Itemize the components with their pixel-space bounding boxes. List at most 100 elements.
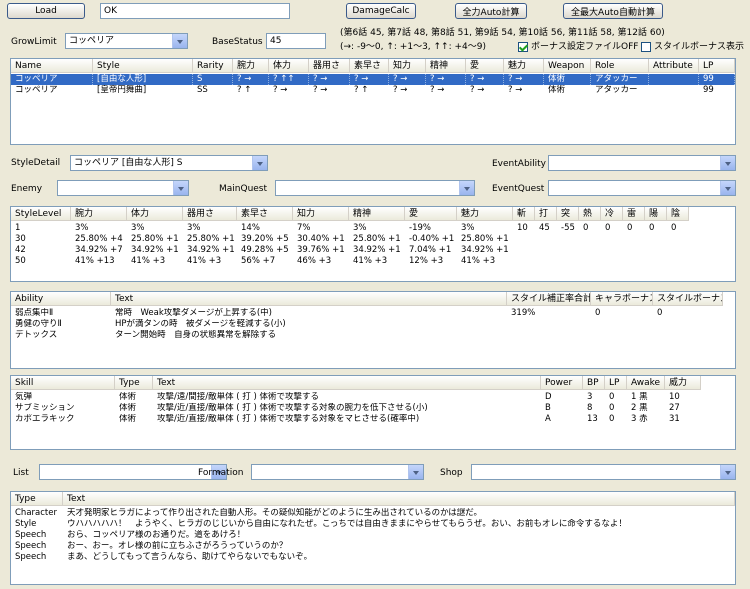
table-row[interactable]: 50 41% +13 41% +3 41% +3 56% +7 46% +3 4…: [11, 256, 513, 267]
styles-table[interactable]: Name Style Rarity 腕力 体力 器用さ 素早さ 知力 精神 愛 …: [10, 58, 736, 145]
cell: ? →: [309, 74, 350, 85]
table-row[interactable]: コッペリア [自由な人形] S ? → ? ↑↑ ? → ? → ? → ? →…: [11, 74, 735, 85]
skill-table[interactable]: Skill Type Text Power BP LP Awake 威力 気弾 …: [10, 375, 736, 450]
table-row[interactable]: コッペリア [皇帝円舞曲] SS ? ↑ ? → ? → ? ↑ ? → ? →…: [11, 85, 735, 96]
table-row[interactable]: Style ウハハハハハ！ ようやく、ヒラガのじじいから自由になれたぜ。こっちで…: [11, 519, 735, 530]
status-field[interactable]: OK: [100, 3, 290, 19]
eventability-select[interactable]: [548, 155, 736, 171]
basestatus-input[interactable]: 45: [266, 33, 326, 49]
col-header[interactable]: Name: [11, 59, 93, 73]
col-header[interactable]: 熱: [579, 207, 601, 221]
cell: 3 赤: [631, 414, 648, 424]
col-header[interactable]: 愛: [405, 207, 457, 221]
col-header[interactable]: StyleLevel: [11, 207, 71, 221]
col-header[interactable]: 器用さ: [309, 59, 350, 73]
col-header[interactable]: 魅力: [457, 207, 513, 221]
col-header[interactable]: 威力: [665, 376, 701, 390]
col-header[interactable]: 腕力: [233, 59, 269, 73]
col-header[interactable]: 体力: [269, 59, 309, 73]
col-header[interactable]: LP: [605, 376, 627, 390]
col-header[interactable]: 愛: [466, 59, 504, 73]
bonus-file-checkbox[interactable]: [518, 42, 528, 52]
cell: 56% +7: [241, 256, 276, 266]
col-header[interactable]: BP: [583, 376, 605, 390]
cell: コッペリア: [15, 85, 58, 95]
col-header[interactable]: 冷: [601, 207, 623, 221]
table-row[interactable]: 勇健の守りⅡ HPが満タンの時 被ダメージを軽減する(小): [11, 319, 507, 330]
col-header[interactable]: 魅力: [504, 59, 544, 73]
col-header[interactable]: Skill: [11, 376, 115, 390]
col-header[interactable]: Type: [11, 492, 63, 506]
cell: 99: [699, 74, 735, 85]
table-row[interactable]: サブミッション 体術 攻撃/近/直接/敵単体 ( 打 ) 体術で攻撃する対象の腕…: [11, 403, 701, 414]
styledetail-select[interactable]: コッペリア [自由な人形] S: [70, 155, 268, 171]
col-header[interactable]: Rarity: [193, 59, 233, 73]
cell: [649, 74, 699, 85]
col-header[interactable]: 素早さ: [350, 59, 389, 73]
mainquest-select[interactable]: [275, 180, 475, 196]
cell: 攻撃/遠/間接/敵単体 ( 打 ) 体術で攻撃する: [157, 392, 320, 402]
col-header[interactable]: スタイルボーナス: [653, 292, 723, 306]
table-row[interactable]: カポエラキック 体術 攻撃/近/直接/敵単体 ( 打 ) 体術で攻撃する対象をマ…: [11, 414, 701, 425]
cell: Speech: [15, 541, 47, 551]
shop-select[interactable]: [471, 464, 736, 480]
col-header[interactable]: Role: [591, 59, 649, 73]
table-row[interactable]: Speech おら、コッペリア様のお通りだ。道をあけろ！: [11, 530, 735, 541]
col-header[interactable]: スタイル補正率合計: [507, 292, 591, 306]
full-auto-calc-button[interactable]: 全力Auto計算: [455, 3, 527, 19]
col-header[interactable]: Ability: [11, 292, 111, 306]
load-button[interactable]: Load: [7, 3, 85, 19]
col-header[interactable]: 器用さ: [183, 207, 237, 221]
col-header[interactable]: 素早さ: [237, 207, 293, 221]
cell: 0: [671, 223, 677, 233]
table-row[interactable]: デトックス ターン開始時 自身の状態異常を解除する: [11, 330, 507, 341]
table-row[interactable]: 1 3% 3% 3% 14% 7% 3% -19% 3% 10 45 -55 0…: [11, 223, 689, 234]
col-header[interactable]: キャラボーナス: [591, 292, 653, 306]
chevron-down-icon: [720, 465, 735, 479]
col-header[interactable]: Text: [153, 376, 541, 390]
cell: 勇健の守りⅡ: [15, 319, 62, 329]
table-row[interactable]: 気弾 体術 攻撃/遠/間接/敵単体 ( 打 ) 体術で攻撃する D 3 0 1 …: [11, 392, 701, 403]
cell: 攻撃/近/直接/敵単体 ( 打 ) 体術で攻撃する対象をマヒさせる(確率中): [157, 414, 420, 424]
col-header[interactable]: 陰: [667, 207, 689, 221]
col-header[interactable]: Awake: [627, 376, 665, 390]
col-header[interactable]: 知力: [389, 59, 426, 73]
col-header[interactable]: 体力: [127, 207, 183, 221]
col-header[interactable]: 雷: [623, 207, 645, 221]
table-row[interactable]: 42 34.92% +7 34.92% +1 34.92% +1 49.28% …: [11, 245, 513, 256]
max-auto-calc-button[interactable]: 全最大Auto自動計算: [563, 3, 663, 19]
col-header[interactable]: 陽: [645, 207, 667, 221]
col-header[interactable]: 斬: [513, 207, 535, 221]
col-header[interactable]: 突: [557, 207, 579, 221]
cell: カポエラキック: [15, 414, 75, 424]
col-header[interactable]: 打: [535, 207, 557, 221]
style-bonus-checkbox[interactable]: [641, 42, 651, 52]
col-header[interactable]: 精神: [349, 207, 405, 221]
text-table[interactable]: Type Text Character 天才発明家ヒラガによって作り出された自動…: [10, 491, 736, 585]
table-row[interactable]: 30 25.80% +4 25.80% +1 25.80% +1 39.20% …: [11, 234, 513, 245]
col-header[interactable]: Weapon: [544, 59, 591, 73]
cell: [皇帝円舞曲]: [97, 85, 147, 95]
damagecalc-button[interactable]: DamageCalc: [346, 3, 416, 19]
ability-table[interactable]: Ability Text スタイル補正率合計 キャラボーナス スタイルボーナス …: [10, 291, 736, 369]
table-row[interactable]: Speech まあ、どうしてもって言うんなら、助けてやらないでもないぞ。: [11, 552, 735, 563]
col-header[interactable]: 腕力: [71, 207, 127, 221]
col-header[interactable]: 知力: [293, 207, 349, 221]
col-header[interactable]: LP: [699, 59, 735, 73]
col-header[interactable]: Attribute: [649, 59, 699, 73]
col-header[interactable]: Style: [93, 59, 193, 73]
enemy-select[interactable]: [57, 180, 189, 196]
col-header[interactable]: Type: [115, 376, 153, 390]
eventquest-label: EventQuest: [492, 184, 545, 194]
table-row[interactable]: Speech おー、おー。オレ様の前に立ちふさがろうっていうのか？: [11, 541, 735, 552]
eventquest-select[interactable]: [548, 180, 736, 196]
col-header[interactable]: Text: [63, 492, 735, 506]
col-header[interactable]: 精神: [426, 59, 466, 73]
table-row[interactable]: 弱点集中Ⅱ 常時 Weak攻撃ダメージが上昇する(中) 319% 0 0: [11, 308, 723, 319]
growlimit-select[interactable]: コッペリア: [65, 33, 188, 49]
col-header[interactable]: Power: [541, 376, 583, 390]
level-table[interactable]: StyleLevel 腕力 体力 器用さ 素早さ 知力 精神 愛 魅力 斬 打 …: [10, 206, 736, 282]
formation-select[interactable]: [251, 464, 424, 480]
table-row[interactable]: Character 天才発明家ヒラガによって作り出された自動人形。その疑似知能が…: [11, 508, 735, 519]
col-header[interactable]: Text: [111, 292, 507, 306]
